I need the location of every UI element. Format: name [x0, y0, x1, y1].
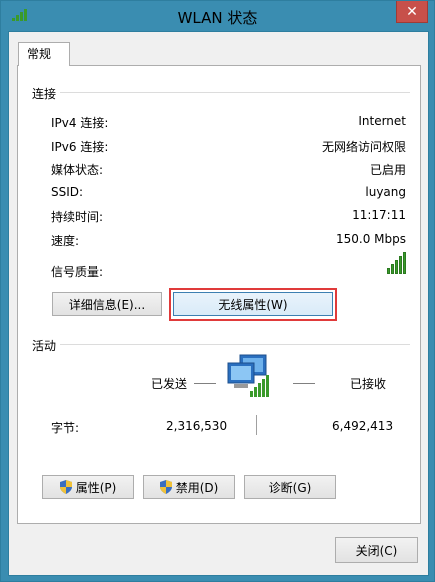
ipv4-value: Internet	[358, 114, 406, 128]
dialog-client-area: 常规 连接 IPv4 连接: Internet IPv6 连接: 无网络访问权限…	[8, 31, 429, 576]
general-panel: 连接 IPv4 连接: Internet IPv6 连接: 无网络访问权限 媒体…	[17, 65, 421, 524]
signal-bar	[391, 264, 394, 274]
disable-button[interactable]: 禁用(D)	[143, 475, 235, 499]
signal-quality-label: 信号质量:	[51, 265, 104, 279]
ipv6-value: 无网络访问权限	[321, 140, 406, 154]
properties-button-label: 属性(P)	[75, 480, 117, 495]
duration-value: 11:17:11	[352, 208, 406, 222]
received-label: 已接收	[350, 377, 387, 391]
sent-label: 已发送	[151, 377, 188, 391]
activity-divider	[58, 344, 410, 345]
shield-icon	[159, 480, 172, 494]
ipv4-label: IPv4 连接:	[51, 116, 109, 130]
network-computers-icon	[227, 354, 269, 397]
bytes-received-value: 6,492,413	[332, 419, 394, 433]
bytes-label: 字节:	[51, 421, 80, 435]
ipv6-label: IPv6 连接:	[51, 140, 109, 154]
details-button[interactable]: 详细信息(E)...	[52, 292, 162, 316]
connection-group-label: 连接	[32, 85, 61, 102]
shield-icon	[59, 480, 72, 494]
ssid-value: luyang	[365, 185, 406, 199]
sent-line	[194, 383, 216, 384]
connection-divider	[58, 92, 410, 93]
diagnose-button[interactable]: 诊断(G)	[244, 475, 336, 499]
tab-general[interactable]: 常规	[18, 42, 70, 66]
wireless-properties-button[interactable]: 无线属性(W)	[173, 292, 333, 316]
bytes-separator	[256, 415, 257, 435]
close-button[interactable]: 关闭(C)	[335, 537, 418, 563]
wlan-status-window: WLAN 状态 ✕ 常规 连接 IPv4 连接: Internet IPv6 连…	[0, 0, 435, 582]
media-state-value: 已启用	[369, 163, 406, 177]
speed-label: 速度:	[51, 234, 80, 248]
signal-bar	[403, 252, 406, 274]
speed-value: 150.0 Mbps	[335, 232, 406, 246]
signal-bar	[387, 268, 390, 274]
window-title: WLAN 状态	[177, 9, 258, 27]
received-line	[293, 383, 315, 384]
duration-label: 持续时间:	[51, 210, 104, 224]
activity-group-label: 活动	[32, 337, 61, 354]
media-state-label: 媒体状态:	[51, 163, 104, 177]
close-window-button[interactable]: ✕	[396, 1, 428, 23]
ssid-label: SSID:	[51, 185, 84, 199]
signal-bar	[395, 260, 398, 274]
title-bar[interactable]: WLAN 状态 ✕	[1, 1, 434, 31]
bytes-sent-value: 2,316,530	[166, 419, 228, 433]
disable-button-label: 禁用(D)	[175, 480, 219, 495]
properties-button[interactable]: 属性(P)	[42, 475, 134, 499]
signal-strength-icon	[387, 250, 406, 274]
signal-bar	[399, 256, 402, 274]
